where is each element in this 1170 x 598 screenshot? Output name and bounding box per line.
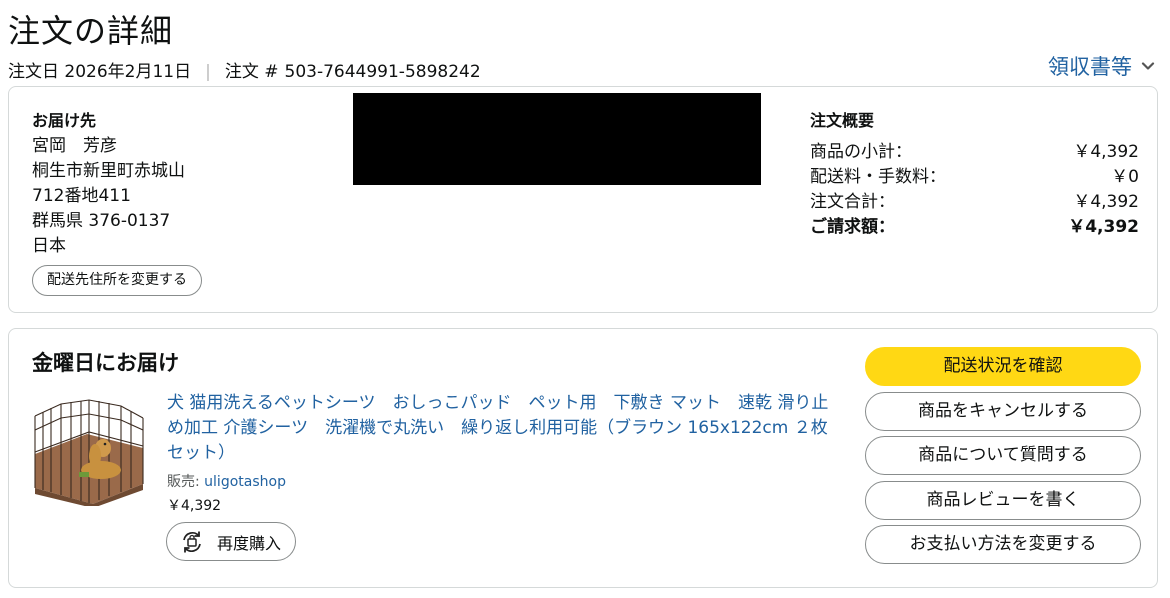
summary-heading: 注文概要 — [810, 111, 875, 130]
summary-value: ￥4,392 — [1068, 217, 1139, 237]
address-line3: 群馬県 376-0137 — [32, 211, 171, 231]
order-number: 503-7644991-5898242 — [284, 62, 481, 82]
order-number-label: 注文 # — [224, 62, 279, 82]
summary-label: ご請求額： — [810, 217, 895, 237]
summary-row-grand-total: ご請求額： ￥4,392 — [810, 215, 1139, 240]
summary-row-subtotal: 商品の小計： ￥4,392 — [810, 140, 1139, 165]
summary-row-order-total: 注文合計： ￥4,392 — [810, 190, 1139, 215]
product-price: ￥4,392 — [167, 498, 222, 514]
delivery-heading: 金曜日にお届け — [32, 351, 179, 375]
invoices-dropdown[interactable]: 領収書等 — [1048, 51, 1156, 81]
ask-product-question-button[interactable]: 商品について質問する — [865, 436, 1141, 475]
redacted-block — [353, 93, 761, 185]
page-title: 注文の詳細 — [8, 12, 174, 50]
summary-row-shipping: 配送料・手数料： ￥0 — [810, 165, 1139, 190]
track-package-button[interactable]: 配送状況を確認 — [865, 347, 1141, 386]
recipient-name: 宮岡 芳彦 — [32, 136, 117, 156]
shipping-heading: お届け先 — [32, 111, 97, 130]
seller-label: 販売: — [167, 474, 200, 490]
order-meta: 注文日 2026年2月11日 | 注文 #503-7644991-5898242 — [8, 57, 481, 82]
change-address-button[interactable]: 配送先住所を変更する — [32, 265, 202, 296]
summary-label: 注文合計： — [810, 192, 895, 212]
meta-separator: | — [205, 62, 211, 82]
rebuy-button[interactable]: 再度購入 — [166, 522, 297, 561]
product-image[interactable] — [31, 396, 147, 506]
address-country: 日本 — [32, 236, 66, 256]
summary-label: 商品の小計： — [810, 142, 912, 162]
shipment-actions: 配送状況を確認 商品をキャンセルする 商品について質問する 商品レビューを書く … — [865, 347, 1141, 570]
invoices-label: 領収書等 — [1048, 55, 1132, 79]
shipment-box: 金曜日にお届け 犬 猫用洗えるペットシーツ おしっこパッド ペット用 下敷き マ… — [8, 328, 1158, 588]
summary-value: ￥4,392 — [1073, 142, 1139, 162]
seller-info: 販売: uligotashop — [167, 471, 286, 491]
address-line1: 桐生市新里町赤城山 — [32, 161, 185, 181]
cancel-items-button[interactable]: 商品をキャンセルする — [865, 391, 1141, 431]
rebuy-cycle-icon — [183, 531, 201, 552]
order-date: 注文日 2026年2月11日 — [8, 62, 192, 82]
seller-link[interactable]: uligotashop — [204, 474, 286, 490]
summary-value: ￥0 — [1111, 167, 1139, 187]
summary-value: ￥4,392 — [1073, 192, 1139, 212]
write-review-button[interactable]: 商品レビューを書く — [865, 480, 1141, 520]
order-info-box: お届け先 宮岡 芳彦 桐生市新里町赤城山 712番地411 群馬県 376-01… — [8, 86, 1158, 313]
chevron-down-icon — [1141, 62, 1155, 70]
product-title-link[interactable]: 犬 猫用洗えるペットシーツ おしっこパッド ペット用 下敷き マット 速乾 滑り… — [167, 391, 837, 466]
change-payment-button[interactable]: お支払い方法を変更する — [865, 525, 1141, 564]
address-line2: 712番地411 — [32, 186, 131, 206]
rebuy-label: 再度購入 — [217, 533, 282, 553]
order-summary: 商品の小計： ￥4,392 配送料・手数料： ￥0 注文合計： ￥4,392 ご… — [810, 140, 1139, 240]
summary-label: 配送料・手数料： — [810, 167, 946, 187]
shipping-address: 宮岡 芳彦 桐生市新里町赤城山 712番地411 群馬県 376-0137 日本 — [32, 134, 185, 259]
